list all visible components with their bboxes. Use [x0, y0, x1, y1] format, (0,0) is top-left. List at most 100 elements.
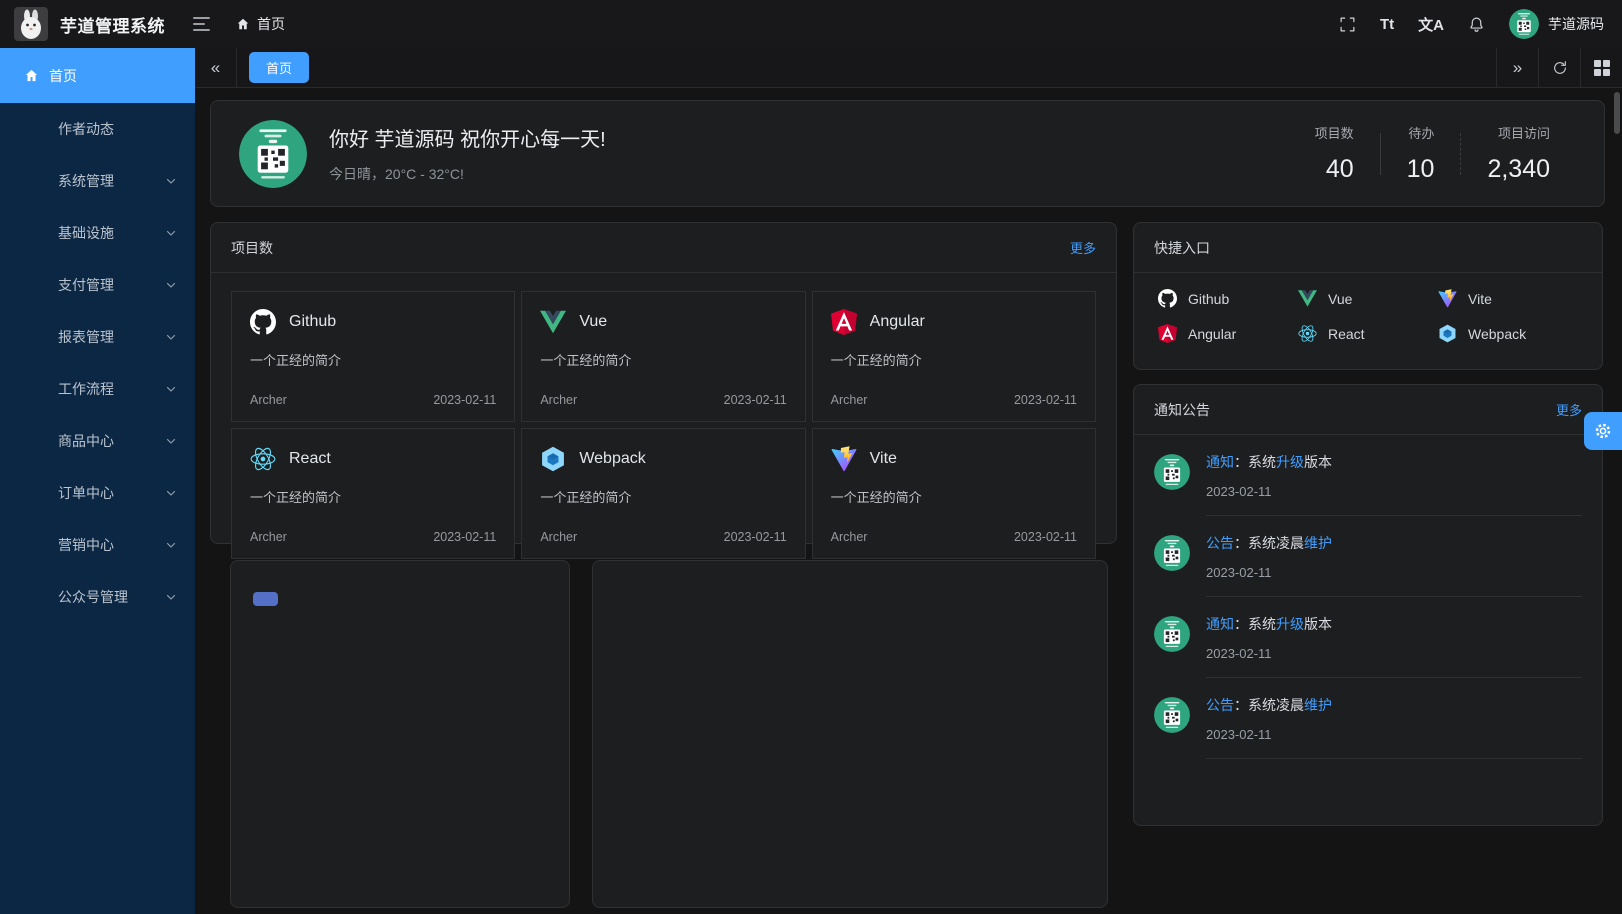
- project-card-react[interactable]: React一个正经的简介Archer2023-02-11: [231, 428, 515, 559]
- gear-icon: [1593, 421, 1613, 441]
- shortcut-vue[interactable]: Vue: [1298, 289, 1438, 308]
- notice-list: 通知：系统升级版本2023-02-11 公告：系统凌晨维护 2023-02-11 通知…: [1134, 435, 1602, 759]
- project-card-github[interactable]: Github一个正经的简介Archer2023-02-11: [231, 291, 515, 422]
- menu-collapse-icon[interactable]: [193, 17, 210, 31]
- sidebar-item-product-center[interactable]: 商品中心: [0, 415, 195, 467]
- sidebar-item-system[interactable]: 系统管理: [0, 155, 195, 207]
- project-desc: 一个正经的简介: [831, 350, 1077, 369]
- sidebar-item-label: 公众号管理: [58, 587, 165, 607]
- projects-grid: Github一个正经的简介Archer2023-02-11Vue一个正经的简介A…: [211, 273, 1116, 577]
- sidebar-item-order-center[interactable]: 订单中心: [0, 467, 195, 519]
- notice-title: 通知：系统升级版本: [1206, 452, 1582, 472]
- sidebar-item-label: 作者动态: [58, 119, 177, 139]
- project-card-vite[interactable]: Vite 一个正经的简介 Archer 2023-02-11: [812, 428, 1096, 559]
- project-author: Archer: [250, 530, 287, 544]
- notice-item-1[interactable]: 公告：系统凌晨维护2023-02-11: [1154, 516, 1582, 597]
- vue-icon: [1298, 289, 1317, 308]
- shortcut-label: Vite: [1468, 291, 1492, 307]
- project-name: Vite: [870, 450, 897, 468]
- user-menu[interactable]: 芋道源码: [1509, 9, 1604, 39]
- project-card-angular[interactable]: Angular一个正经的简介Archer2023-02-11: [812, 291, 1096, 422]
- home-icon: [24, 68, 39, 83]
- sidebar-item-mp-account[interactable]: 公众号管理: [0, 571, 195, 623]
- vite-icon: [831, 446, 857, 472]
- sidebar-item-workflow[interactable]: 工作流程: [0, 363, 195, 415]
- notice-date: 2023-02-11: [1206, 727, 1582, 742]
- pie-chart-panel: [230, 560, 570, 908]
- projects-title: 项目数: [231, 238, 273, 258]
- app-logo: [14, 7, 48, 41]
- scrollbar-thumb[interactable]: [1614, 92, 1620, 134]
- fullscreen-icon[interactable]: [1339, 16, 1356, 33]
- settings-button[interactable]: [1584, 412, 1622, 450]
- sidebar-item-author-feed[interactable]: 作者动态: [0, 103, 195, 155]
- notice-item-2[interactable]: 通知：系统升级版本2023-02-11: [1154, 597, 1582, 678]
- projects-more-link[interactable]: 更多: [1070, 238, 1096, 257]
- sidebar-item-label: 营销中心: [58, 535, 165, 555]
- shortcut-label: React: [1328, 326, 1365, 342]
- shortcut-label: Angular: [1188, 326, 1236, 342]
- project-desc: 一个正经的简介: [831, 487, 1077, 506]
- home-icon: [236, 17, 250, 31]
- tabs-scroll-right-icon[interactable]: »: [1496, 48, 1538, 88]
- stat-value: 10: [1407, 155, 1435, 184]
- sidebar-item-label: 基础设施: [58, 223, 165, 243]
- stat-1: 待办 10: [1381, 123, 1461, 184]
- sidebar: 首页作者动态系统管理基础设施支付管理报表管理工作流程商品中心订单中心营销中心公众…: [0, 48, 195, 914]
- refresh-icon[interactable]: [1538, 48, 1580, 88]
- project-card-vue[interactable]: Vue一个正经的简介Archer2023-02-11: [521, 291, 805, 422]
- stat-label: 待办: [1407, 123, 1435, 142]
- github-icon: [250, 309, 276, 335]
- project-author: Archer: [831, 530, 868, 544]
- sidebar-item-label: 报表管理: [58, 327, 165, 347]
- project-desc: 一个正经的简介: [250, 487, 496, 506]
- sidebar-item-marketing-center[interactable]: 营销中心: [0, 519, 195, 571]
- project-card-webpack[interactable]: Webpack一个正经的简介Archer2023-02-11: [521, 428, 805, 559]
- breadcrumb[interactable]: 首页: [236, 14, 285, 34]
- angular-icon: [1158, 324, 1177, 343]
- notice-item-0[interactable]: 通知：系统升级版本2023-02-11: [1154, 435, 1582, 516]
- notice-title: 公告：系统凌晨维护: [1206, 695, 1582, 715]
- sidebar-item-home[interactable]: 首页: [0, 48, 195, 103]
- sidebar-item-report[interactable]: 报表管理: [0, 311, 195, 363]
- project-date: 2023-02-11: [433, 393, 496, 407]
- sidebar-item-label: 工作流程: [58, 379, 165, 399]
- sidebar-item-infrastructure[interactable]: 基础设施: [0, 207, 195, 259]
- shortcut-vite[interactable]: Vite: [1438, 289, 1578, 308]
- shortcut-webpack[interactable]: Webpack: [1438, 324, 1578, 343]
- chevron-down-icon: [165, 227, 177, 239]
- shortcut-label: Vue: [1328, 291, 1352, 307]
- project-author: Archer: [540, 530, 577, 544]
- notice-title: 通知：系统升级版本: [1206, 614, 1582, 634]
- layout-grid-icon[interactable]: [1580, 48, 1622, 88]
- breadcrumb-label: 首页: [257, 14, 285, 34]
- stat-0: 项目数40: [1289, 123, 1380, 184]
- sidebar-item-label: 系统管理: [58, 171, 165, 191]
- sidebar-item-payment[interactable]: 支付管理: [0, 259, 195, 311]
- notices-more-link[interactable]: 更多: [1556, 400, 1582, 419]
- project-date: 2023-02-11: [1014, 530, 1077, 544]
- shortcut-github[interactable]: Github: [1158, 289, 1298, 308]
- tabs-scroll-left-icon[interactable]: «: [195, 48, 237, 88]
- project-date: 2023-02-11: [724, 530, 787, 544]
- locale-icon[interactable]: 文A: [1418, 14, 1444, 35]
- font-size-icon[interactable]: Tt: [1380, 16, 1394, 33]
- chevron-down-icon: [165, 591, 177, 603]
- vite-icon: [1438, 289, 1457, 308]
- legend-swatch[interactable]: [253, 592, 278, 606]
- chevron-down-icon: [165, 383, 177, 395]
- notices-title: 通知公告: [1154, 400, 1210, 420]
- project-name: Webpack: [579, 450, 645, 468]
- notice-item-3[interactable]: 公告：系统凌晨维护 2023-02-11: [1154, 678, 1582, 759]
- shortcut-react[interactable]: React: [1298, 324, 1438, 343]
- project-date: 2023-02-11: [1014, 393, 1077, 407]
- tab-home[interactable]: 首页: [249, 52, 309, 83]
- bell-icon[interactable]: [1468, 16, 1485, 33]
- github-icon: [1158, 289, 1177, 308]
- project-name: Vue: [579, 313, 607, 331]
- shortcut-angular[interactable]: Angular: [1158, 324, 1298, 343]
- notice-avatar: [1154, 535, 1190, 571]
- greeting-avatar: [239, 120, 307, 188]
- tabs-strip: 首页: [237, 48, 1496, 88]
- greeting-card: 你好 芋道源码 祝你开心每一天! 今日晴，20°C - 32°C! 项目数40待…: [210, 100, 1605, 207]
